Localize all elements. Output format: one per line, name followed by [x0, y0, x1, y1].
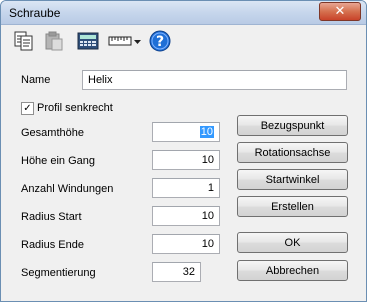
turns-input[interactable]: 1: [152, 178, 220, 198]
name-input[interactable]: Helix: [82, 70, 347, 90]
copy-icon[interactable]: [13, 30, 35, 52]
start-angle-button[interactable]: Startwinkel: [237, 169, 348, 190]
title-bar[interactable]: Schraube ✕: [1, 1, 366, 25]
close-button[interactable]: ✕: [319, 2, 361, 21]
calculator-icon[interactable]: [77, 30, 99, 52]
profile-checkbox[interactable]: ✓: [21, 102, 34, 115]
turns-label: Anzahl Windungen: [21, 183, 114, 195]
pitch-label: Höhe ein Gang: [21, 155, 95, 167]
ok-button[interactable]: OK: [237, 232, 348, 253]
svg-text:?: ?: [156, 34, 164, 50]
dropdown-arrow-icon[interactable]: [133, 30, 142, 52]
dialog-body: ? Name Helix ✓ Profil senkrecht Gesamthö…: [1, 26, 366, 301]
segmentation-input[interactable]: 32: [152, 262, 201, 282]
total-height-value: 10: [199, 126, 214, 138]
radius-end-label: Radius Ende: [21, 239, 84, 251]
radius-end-input[interactable]: 10: [152, 234, 220, 254]
dialog-window: Schraube ✕ ? Name Helix ✓ Profil senkrec…: [0, 0, 367, 302]
cancel-button[interactable]: Abbrechen: [237, 260, 348, 281]
total-height-input[interactable]: 10: [152, 122, 220, 142]
reference-point-button[interactable]: Bezugspunkt: [237, 115, 348, 136]
paste-icon[interactable]: [43, 30, 65, 52]
profile-checkbox-label: Profil senkrecht: [37, 102, 113, 114]
radius-start-input[interactable]: 10: [152, 206, 220, 226]
pitch-input[interactable]: 10: [152, 150, 220, 170]
window-title: Schraube: [9, 6, 61, 20]
close-icon: ✕: [334, 4, 346, 19]
radius-start-label: Radius Start: [21, 211, 82, 223]
rotation-axis-button[interactable]: Rotationsachse: [237, 142, 348, 163]
name-label: Name: [21, 74, 51, 86]
total-height-label: Gesamthöhe: [21, 127, 84, 139]
ruler-icon[interactable]: [108, 30, 132, 52]
help-icon[interactable]: ?: [149, 30, 171, 52]
create-button[interactable]: Erstellen: [237, 196, 348, 217]
segmentation-label: Segmentierung: [21, 267, 96, 279]
